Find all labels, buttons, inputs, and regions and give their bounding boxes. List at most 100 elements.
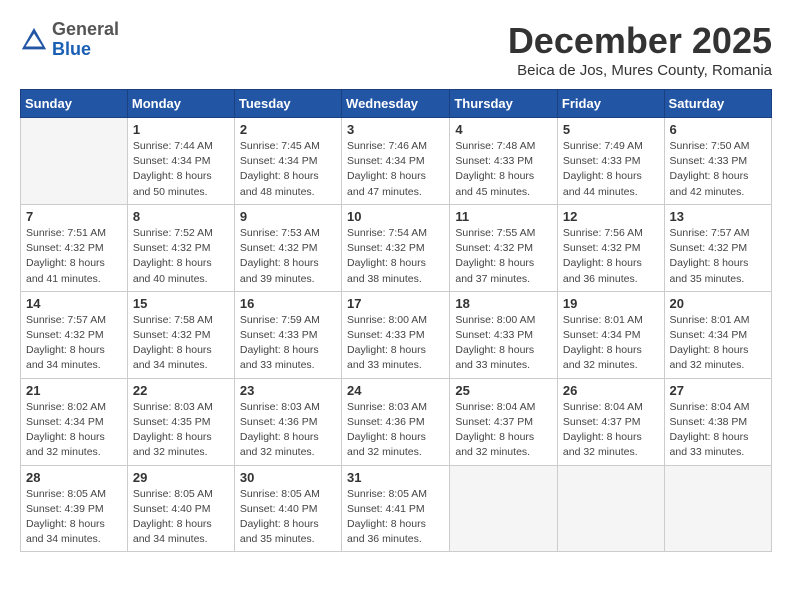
day-info: Sunrise: 8:05 AMSunset: 4:41 PMDaylight:… — [347, 487, 444, 548]
calendar-cell: 29Sunrise: 8:05 AMSunset: 4:40 PMDayligh… — [127, 465, 234, 552]
day-info: Sunrise: 8:04 AMSunset: 4:37 PMDaylight:… — [563, 400, 659, 461]
week-row-5: 28 Sunrise: 8:05 AMSunset: 4:39 PMDayligh… — [21, 465, 772, 552]
day-number: 9 — [240, 209, 336, 224]
calendar-cell: 6 Sunrise: 7:50 AMSunset: 4:33 PMDaylight… — [664, 118, 771, 205]
header-day-tuesday: Tuesday — [234, 90, 341, 118]
logo-general: General — [52, 20, 119, 40]
day-number: 12 — [563, 209, 659, 224]
day-info: Sunrise: 8:05 AMSunset: 4:40 PMDaylight:… — [240, 487, 336, 548]
week-row-2: 7 Sunrise: 7:51 AMSunset: 4:32 PMDaylight… — [21, 204, 772, 291]
calendar-cell: 13 Sunrise: 7:57 AMSunset: 4:32 PMDayligh… — [664, 204, 771, 291]
calendar-cell: 25Sunrise: 8:04 AMSunset: 4:37 PMDayligh… — [450, 378, 558, 465]
day-number: 17 — [347, 296, 444, 311]
calendar-cell: 2 Sunrise: 7:45 AMSunset: 4:34 PMDaylight… — [234, 118, 341, 205]
header-day-thursday: Thursday — [450, 90, 558, 118]
day-info: Sunrise: 8:03 AMSunset: 4:36 PMDaylight:… — [240, 400, 336, 461]
day-info: Sunrise: 7:55 AMSunset: 4:32 PMDaylight:… — [455, 226, 552, 287]
calendar-cell: 5 Sunrise: 7:49 AMSunset: 4:33 PMDaylight… — [557, 118, 664, 205]
calendar-cell: 9 Sunrise: 7:53 AMSunset: 4:32 PMDaylight… — [234, 204, 341, 291]
calendar-cell: 17 Sunrise: 8:00 AMSunset: 4:33 PMDayligh… — [342, 291, 450, 378]
calendar-cell: 31 Sunrise: 8:05 AMSunset: 4:41 PMDayligh… — [342, 465, 450, 552]
day-info: Sunrise: 8:01 AMSunset: 4:34 PMDaylight:… — [670, 313, 766, 374]
day-number: 23 — [240, 383, 336, 398]
calendar-cell: 7 Sunrise: 7:51 AMSunset: 4:32 PMDaylight… — [21, 204, 128, 291]
day-info: Sunrise: 7:57 AMSunset: 4:32 PMDaylight:… — [670, 226, 766, 287]
day-info: Sunrise: 7:52 AMSunset: 4:32 PMDaylight:… — [133, 226, 229, 287]
day-number: 31 — [347, 470, 444, 485]
day-number: 29 — [133, 470, 229, 485]
calendar-cell — [21, 118, 128, 205]
day-info: Sunrise: 7:44 AMSunset: 4:34 PMDaylight:… — [133, 139, 229, 200]
day-number: 28 — [26, 470, 122, 485]
day-info: Sunrise: 7:45 AMSunset: 4:34 PMDaylight:… — [240, 139, 336, 200]
day-number: 22 — [133, 383, 229, 398]
day-number: 1 — [133, 122, 229, 137]
day-number: 26 — [563, 383, 659, 398]
day-info: Sunrise: 7:58 AMSunset: 4:32 PMDaylight:… — [133, 313, 229, 374]
day-info: Sunrise: 7:50 AMSunset: 4:33 PMDaylight:… — [670, 139, 766, 200]
calendar-cell — [557, 465, 664, 552]
logo-icon — [20, 26, 48, 54]
day-number: 13 — [670, 209, 766, 224]
day-info: Sunrise: 7:54 AMSunset: 4:32 PMDaylight:… — [347, 226, 444, 287]
calendar-cell — [450, 465, 558, 552]
calendar-cell: 14Sunrise: 7:57 AMSunset: 4:32 PMDayligh… — [21, 291, 128, 378]
day-number: 7 — [26, 209, 122, 224]
calendar-cell: 16 Sunrise: 7:59 AMSunset: 4:33 PMDayligh… — [234, 291, 341, 378]
day-number: 14 — [26, 296, 122, 311]
calendar-body: 1 Sunrise: 7:44 AMSunset: 4:34 PMDaylight… — [21, 118, 772, 552]
header-row: SundayMondayTuesdayWednesdayThursdayFrid… — [21, 90, 772, 118]
day-number: 25 — [455, 383, 552, 398]
calendar-cell: 15 Sunrise: 7:58 AMSunset: 4:32 PMDayligh… — [127, 291, 234, 378]
day-number: 16 — [240, 296, 336, 311]
calendar-cell: 27Sunrise: 8:04 AMSunset: 4:38 PMDayligh… — [664, 378, 771, 465]
day-info: Sunrise: 7:56 AMSunset: 4:32 PMDaylight:… — [563, 226, 659, 287]
day-number: 27 — [670, 383, 766, 398]
calendar-cell: 22 Sunrise: 8:03 AMSunset: 4:35 PMDayligh… — [127, 378, 234, 465]
day-info: Sunrise: 7:51 AMSunset: 4:32 PMDaylight:… — [26, 226, 122, 287]
day-info: Sunrise: 7:46 AMSunset: 4:34 PMDaylight:… — [347, 139, 444, 200]
day-info: Sunrise: 8:03 AMSunset: 4:35 PMDaylight:… — [133, 400, 229, 461]
day-number: 21 — [26, 383, 122, 398]
day-info: Sunrise: 7:49 AMSunset: 4:33 PMDaylight:… — [563, 139, 659, 200]
calendar-table: SundayMondayTuesdayWednesdayThursdayFrid… — [20, 89, 772, 552]
day-info: Sunrise: 7:53 AMSunset: 4:32 PMDaylight:… — [240, 226, 336, 287]
calendar-cell: 10 Sunrise: 7:54 AMSunset: 4:32 PMDayligh… — [342, 204, 450, 291]
day-info: Sunrise: 8:05 AMSunset: 4:39 PMDaylight:… — [26, 487, 122, 548]
day-info: Sunrise: 8:02 AMSunset: 4:34 PMDaylight:… — [26, 400, 122, 461]
day-info: Sunrise: 7:59 AMSunset: 4:33 PMDaylight:… — [240, 313, 336, 374]
day-number: 6 — [670, 122, 766, 137]
header-day-wednesday: Wednesday — [342, 90, 450, 118]
day-number: 30 — [240, 470, 336, 485]
day-info: Sunrise: 8:01 AMSunset: 4:34 PMDaylight:… — [563, 313, 659, 374]
day-number: 3 — [347, 122, 444, 137]
calendar-cell: 11 Sunrise: 7:55 AMSunset: 4:32 PMDayligh… — [450, 204, 558, 291]
day-number: 15 — [133, 296, 229, 311]
calendar-cell: 23 Sunrise: 8:03 AMSunset: 4:36 PMDayligh… — [234, 378, 341, 465]
logo: General Blue — [20, 20, 119, 60]
day-number: 2 — [240, 122, 336, 137]
calendar-cell: 8Sunrise: 7:52 AMSunset: 4:32 PMDaylight… — [127, 204, 234, 291]
header-day-friday: Friday — [557, 90, 664, 118]
day-number: 19 — [563, 296, 659, 311]
day-number: 5 — [563, 122, 659, 137]
day-info: Sunrise: 7:48 AMSunset: 4:33 PMDaylight:… — [455, 139, 552, 200]
calendar-cell: 24Sunrise: 8:03 AMSunset: 4:36 PMDayligh… — [342, 378, 450, 465]
day-number: 11 — [455, 209, 552, 224]
calendar-cell: 3 Sunrise: 7:46 AMSunset: 4:34 PMDaylight… — [342, 118, 450, 205]
calendar-cell: 1 Sunrise: 7:44 AMSunset: 4:34 PMDaylight… — [127, 118, 234, 205]
week-row-4: 21 Sunrise: 8:02 AMSunset: 4:34 PMDayligh… — [21, 378, 772, 465]
day-number: 10 — [347, 209, 444, 224]
calendar-cell: 26 Sunrise: 8:04 AMSunset: 4:37 PMDayligh… — [557, 378, 664, 465]
day-info: Sunrise: 8:00 AMSunset: 4:33 PMDaylight:… — [347, 313, 444, 374]
calendar-cell: 12 Sunrise: 7:56 AMSunset: 4:32 PMDayligh… — [557, 204, 664, 291]
calendar-cell: 20 Sunrise: 8:01 AMSunset: 4:34 PMDayligh… — [664, 291, 771, 378]
day-number: 4 — [455, 122, 552, 137]
header-day-sunday: Sunday — [21, 90, 128, 118]
day-number: 18 — [455, 296, 552, 311]
calendar-cell — [664, 465, 771, 552]
calendar-header: SundayMondayTuesdayWednesdayThursdayFrid… — [21, 90, 772, 118]
day-number: 24 — [347, 383, 444, 398]
day-number: 20 — [670, 296, 766, 311]
calendar-cell: 30 Sunrise: 8:05 AMSunset: 4:40 PMDayligh… — [234, 465, 341, 552]
